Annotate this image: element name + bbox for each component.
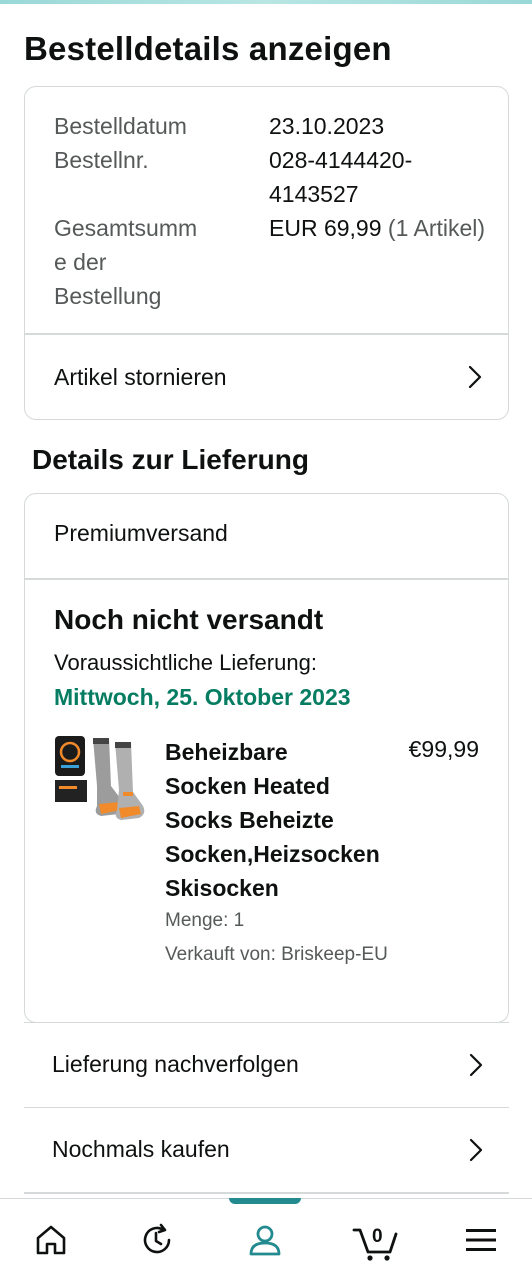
nav-home[interactable]: [28, 1219, 74, 1265]
order-total-label-line1: Gesamtsumm: [54, 215, 198, 241]
track-delivery-label: Lieferung nachverfolgen: [52, 1051, 299, 1077]
history-icon: [139, 1222, 175, 1263]
cancel-items-label: Artikel stornieren: [54, 363, 227, 390]
nav-account[interactable]: [242, 1219, 288, 1265]
divider: [24, 1192, 509, 1194]
chevron-right-icon: [465, 1053, 487, 1076]
cart-icon: 0: [352, 1222, 398, 1262]
product-image[interactable]: [53, 734, 149, 830]
eta-label: Voraussichtliche Lieferung:: [54, 650, 317, 675]
menu-icon: [464, 1225, 498, 1260]
shipment-status: Noch nicht versandt: [54, 604, 324, 635]
nav-menu[interactable]: [458, 1219, 504, 1265]
bottom-navigation: 0: [0, 1198, 532, 1280]
nav-cart[interactable]: 0: [350, 1219, 400, 1265]
order-number-label: Bestellnr.: [54, 147, 149, 173]
order-item-count: (1 Artikel): [387, 215, 486, 241]
product-title-line: Socken,Heizsocken: [165, 841, 380, 867]
order-total-label: Gesamtsumm e der Bestellung: [54, 211, 214, 313]
order-number-value: 028-4144420- 4143527: [269, 143, 514, 211]
page-title: Bestelldetails anzeigen: [24, 30, 392, 67]
order-number-line2: 4143527: [269, 181, 359, 207]
buy-again-label: Nochmals kaufen: [52, 1136, 230, 1162]
cancel-items-link[interactable]: Artikel stornieren: [54, 335, 486, 419]
eta-date: Mittwoch, 25. Oktober 2023: [54, 684, 351, 710]
order-total-row: Gesamtsumm e der Bestellung EUR 69,99 (1…: [54, 211, 485, 313]
product-seller: Verkauft von: Briskeep-EU: [165, 944, 388, 965]
nav-history[interactable]: [134, 1219, 180, 1265]
divider: [25, 578, 508, 580]
product-title[interactable]: Beheizbare Socken Heated Socks Beheizte …: [165, 735, 395, 905]
top-accent-bar: [0, 0, 532, 4]
order-total-value: EUR 69,99 (1 Artikel): [269, 211, 514, 245]
product-quantity: Menge: 1: [165, 910, 245, 931]
product-title-line: Skisocken: [165, 875, 279, 901]
order-number-line1: 028-4144420-: [269, 147, 413, 173]
order-total-amount: EUR 69,99: [269, 215, 382, 241]
order-date-row: Bestelldatum 23.10.2023: [54, 109, 384, 143]
product-title-line: Beheizbare: [165, 739, 288, 765]
delivery-card: Premiumversand Noch nicht versandt Vorau…: [24, 493, 509, 1023]
product-title-line: Socks Beheizte: [165, 807, 334, 833]
order-date-value: 23.10.2023: [269, 113, 385, 139]
order-date-label: Bestelldatum: [54, 113, 187, 139]
product-title-line: Socken Heated: [165, 773, 330, 799]
cart-count-badge: 0: [372, 1226, 383, 1247]
product-price: €99,99: [408, 736, 479, 762]
account-icon: [247, 1222, 283, 1263]
order-summary-card: Bestelldatum 23.10.2023 Bestellnr. 028-4…: [24, 86, 509, 420]
home-icon: [34, 1223, 68, 1262]
track-delivery-link[interactable]: Lieferung nachverfolgen: [24, 1022, 509, 1106]
active-tab-indicator: [229, 1198, 301, 1204]
shipping-type: Premiumversand: [54, 520, 228, 546]
delivery-section-title: Details zur Lieferung: [32, 444, 309, 475]
order-number-row: Bestellnr. 028-4144420- 4143527: [54, 143, 412, 207]
chevron-right-icon: [465, 1138, 487, 1161]
buy-again-link[interactable]: Nochmals kaufen: [24, 1107, 509, 1191]
chevron-right-icon: [464, 365, 486, 389]
order-total-label-line2: e der: [54, 249, 107, 275]
order-total-label-line3: Bestellung: [54, 283, 162, 309]
